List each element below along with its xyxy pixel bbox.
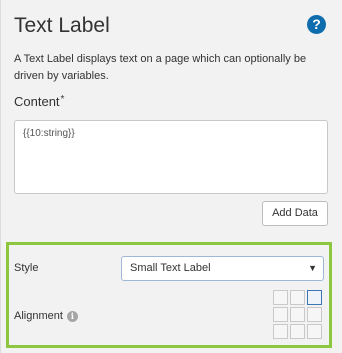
alignment-grid (273, 290, 324, 341)
alignment-field-label: Alignment i (14, 310, 78, 322)
alignment-label-text: Alignment (14, 310, 63, 322)
panel-title: Text Label (14, 14, 110, 37)
alignment-cell-top-left[interactable] (273, 290, 288, 305)
style-selected-value: Small Text Label (130, 262, 211, 274)
alignment-cell-bottom-left[interactable] (273, 324, 288, 339)
content-field-label: Content* (14, 94, 64, 109)
alignment-cell-middle-left[interactable] (273, 307, 288, 322)
text-label-properties-panel: Text Label ? A Text Label displays text … (0, 0, 342, 353)
panel-description: A Text Label displays text on a page whi… (14, 53, 307, 82)
required-marker: * (60, 94, 65, 105)
add-data-button[interactable]: Add Data (262, 201, 328, 226)
alignment-cell-bottom-center[interactable] (290, 324, 305, 339)
info-icon[interactable]: i (66, 311, 78, 322)
alignment-cell-middle-right[interactable] (307, 307, 322, 322)
alignment-cell-bottom-right[interactable] (307, 324, 322, 339)
style-field-label: Style (14, 262, 39, 274)
alignment-cell-top-right[interactable] (307, 290, 322, 305)
help-icon[interactable]: ? (307, 15, 326, 34)
alignment-cell-top-center[interactable] (290, 290, 305, 305)
style-select[interactable]: Small Text Label ▼ (121, 256, 324, 281)
content-label-text: Content (14, 94, 60, 109)
alignment-cell-middle-center[interactable] (290, 307, 305, 322)
content-textarea[interactable]: {{10:string}} (14, 120, 328, 194)
chevron-down-icon: ▼ (308, 263, 317, 273)
